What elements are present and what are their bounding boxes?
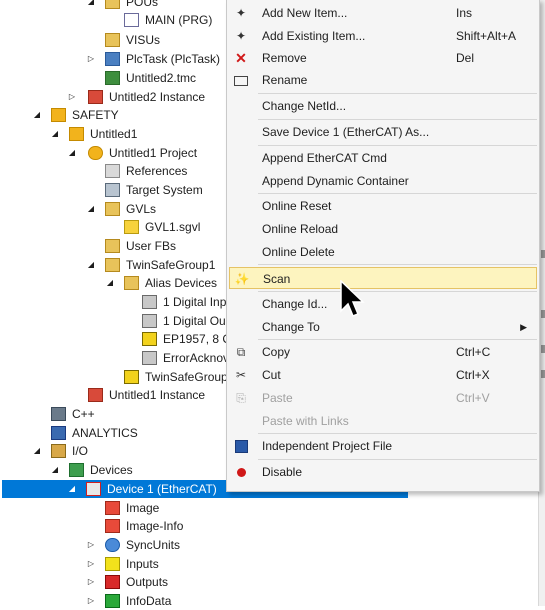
save-disk-icon — [233, 439, 249, 454]
menu-separator — [258, 145, 537, 146]
alias-device-icon — [142, 351, 157, 365]
image-icon — [105, 501, 120, 515]
cpp-icon — [51, 407, 66, 421]
cut-icon: ✂ — [235, 368, 247, 382]
program-icon — [124, 13, 139, 27]
folder-icon — [105, 0, 120, 9]
menu-item-append-dynamic-container[interactable]: Append Dynamic Container — [229, 170, 537, 192]
folder-icon — [105, 239, 120, 253]
menu-item-save-device-as[interactable]: Save Device 1 (EtherCAT) As... — [229, 121, 537, 143]
expand-arrow-icon[interactable]: ▷ — [86, 50, 96, 68]
menu-item-paste[interactable]: ⎘ Paste Ctrl+V — [229, 387, 537, 409]
collapse-arrow-icon[interactable]: ◢ — [50, 125, 60, 143]
alias-device-icon — [142, 295, 157, 309]
menu-item-disable[interactable]: Disable — [229, 461, 537, 483]
menu-separator — [258, 119, 537, 120]
image-info-icon — [105, 519, 120, 533]
ethercat-device-icon — [86, 482, 101, 496]
analytics-icon — [51, 426, 66, 440]
menu-separator — [258, 459, 537, 460]
outputs-icon — [105, 575, 120, 589]
menu-item-online-reload[interactable]: Online Reload — [229, 218, 537, 240]
expand-arrow-icon[interactable]: ▷ — [86, 555, 96, 573]
ep-device-icon — [142, 332, 157, 346]
menu-separator — [258, 93, 537, 94]
menu-item-online-reset[interactable]: Online Reset — [229, 195, 537, 217]
add-new-item-icon: ✦ — [235, 6, 247, 20]
gvl-icon — [124, 220, 139, 234]
menu-item-change-netid[interactable]: Change NetId... — [229, 95, 537, 117]
safety-icon — [51, 108, 66, 122]
references-icon — [105, 164, 120, 178]
menu-item-cut[interactable]: ✂ Cut Ctrl+X — [229, 364, 537, 386]
menu-item-change-to[interactable]: Change To ▶ — [229, 316, 537, 338]
panel-edge-marker — [541, 250, 545, 258]
alias-device-icon — [142, 314, 157, 328]
safety-project-icon — [69, 127, 84, 141]
inputs-icon — [105, 557, 120, 571]
sync-units-icon — [105, 538, 120, 552]
menu-item-add-existing-item[interactable]: ✦ Add Existing Item... Shift+Alt+A — [229, 25, 537, 47]
panel-edge-marker — [541, 370, 545, 378]
copy-icon: ⧉ — [236, 345, 246, 359]
safety-project-icon — [88, 146, 103, 160]
mouse-cursor-icon — [340, 280, 365, 317]
menu-separator — [258, 433, 537, 434]
disable-icon — [233, 465, 249, 479]
context-menu: ✦ Add New Item... Ins ✦ Add Existing Ite… — [226, 0, 540, 492]
task-icon — [105, 52, 120, 66]
menu-item-independent-project-file[interactable]: Independent Project File — [229, 435, 537, 457]
menu-item-remove[interactable]: ✕ Remove Del — [229, 47, 537, 69]
collapse-arrow-icon[interactable]: ◢ — [50, 461, 60, 479]
expand-arrow-icon[interactable]: ▷ — [67, 88, 77, 106]
menu-item-copy[interactable]: ⧉ Copy Ctrl+C — [229, 341, 537, 363]
folder-icon — [105, 258, 120, 272]
collapse-arrow-icon[interactable]: ◢ — [67, 480, 77, 498]
menu-item-online-delete[interactable]: Online Delete — [229, 241, 537, 263]
menu-item-rename[interactable]: Rename — [229, 69, 537, 91]
paste-icon: ⎘ — [236, 391, 246, 405]
panel-edge-marker — [541, 310, 545, 318]
scan-wand-icon: ✨ — [234, 272, 250, 286]
collapse-arrow-icon[interactable]: ◢ — [67, 144, 77, 162]
menu-separator — [258, 193, 537, 194]
safe-group-icon — [124, 370, 139, 384]
submenu-arrow-icon: ▶ — [520, 322, 527, 332]
menu-separator — [258, 291, 537, 292]
collapse-arrow-icon[interactable]: ◢ — [32, 106, 42, 124]
instance-icon — [88, 388, 103, 402]
menu-item-change-id[interactable]: Change Id... — [229, 293, 537, 315]
menu-item-scan[interactable]: ✨ Scan — [229, 267, 537, 289]
devices-icon — [69, 463, 84, 477]
remove-icon: ✕ — [235, 50, 247, 66]
expand-arrow-icon[interactable]: ▷ — [86, 592, 96, 610]
collapse-arrow-icon[interactable]: ◢ — [86, 256, 96, 274]
menu-separator — [258, 264, 537, 265]
folder-icon — [105, 33, 120, 47]
menu-item-add-new-item[interactable]: ✦ Add New Item... Ins — [229, 2, 537, 24]
collapse-arrow-icon[interactable]: ◢ — [86, 200, 96, 218]
instance-icon — [88, 90, 103, 104]
folder-icon — [105, 202, 120, 216]
collapse-arrow-icon[interactable]: ◢ — [105, 274, 115, 292]
collapse-arrow-icon[interactable]: ◢ — [32, 442, 42, 460]
rename-icon — [233, 73, 249, 87]
expand-arrow-icon[interactable]: ▷ — [86, 536, 96, 554]
panel-edge-marker — [541, 345, 545, 353]
tmc-icon — [105, 71, 120, 85]
menu-item-append-ethercat-cmd[interactable]: Append EtherCAT Cmd — [229, 147, 537, 169]
folder-icon — [124, 276, 139, 290]
target-system-icon — [105, 183, 120, 197]
menu-item-paste-with-links[interactable]: Paste with Links — [229, 410, 537, 432]
add-existing-item-icon: ✦ — [235, 29, 247, 43]
collapse-arrow-icon[interactable]: ◢ — [86, 0, 96, 11]
menu-separator — [258, 339, 537, 340]
expand-arrow-icon[interactable]: ▷ — [86, 573, 96, 591]
io-icon — [51, 444, 66, 458]
